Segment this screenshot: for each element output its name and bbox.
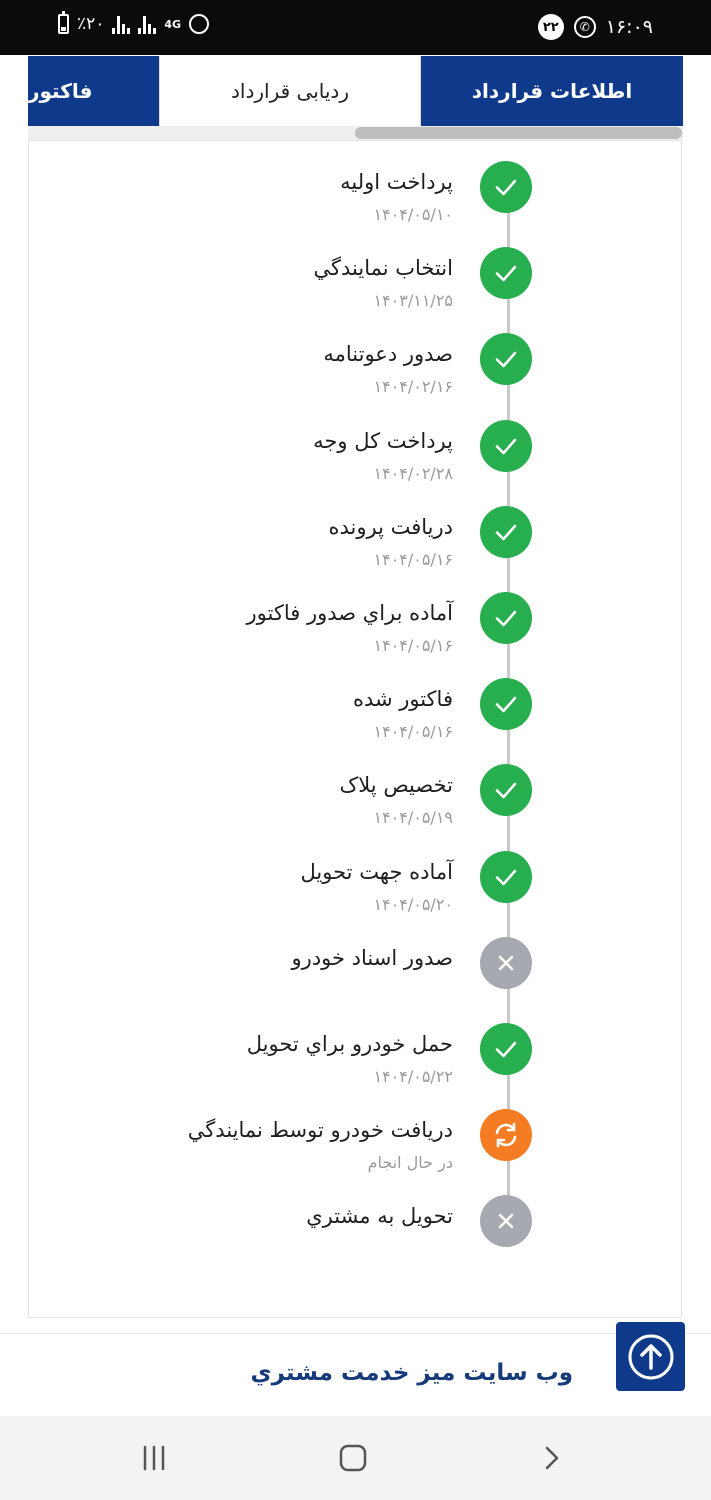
step-title: انتخاب نمايندگي (313, 256, 453, 281)
step-title: تحويل به مشتري (306, 1204, 453, 1229)
step-title: پرداخت کل وجه (313, 428, 453, 453)
tab-bar: اطلاعات قرارداد ردیابی قرارداد فاکتور (28, 56, 683, 126)
step-date: ۱۴۰۴/۰۲/۲۸ (373, 463, 453, 483)
home-icon (339, 1444, 367, 1472)
back-button[interactable] (531, 1438, 571, 1478)
tabs-scrollbar-thumb[interactable] (355, 127, 682, 139)
step-date: ۱۴۰۴/۰۲/۱۶ (373, 377, 453, 397)
step-title: دريافت پرونده (328, 514, 453, 539)
status-done-badge (480, 764, 532, 817)
status-left: ٪۲۰ 4G (58, 11, 210, 34)
step-date: ۱۴۰۴/۰۵/۱۶ (373, 722, 453, 742)
timeline-step: پرداخت کل وجه ۱۴۰۴/۰۲/۲۸ (27, 401, 681, 487)
status-done-badge (480, 1023, 532, 1075)
footer-divider (0, 1333, 711, 1334)
close-icon (498, 1214, 514, 1229)
status-done-badge (480, 419, 532, 472)
check-icon (495, 524, 517, 541)
chevron-right-icon (545, 1446, 559, 1470)
check-icon (495, 265, 517, 282)
recent-apps-button[interactable] (134, 1438, 174, 1478)
whatsapp-icon: ✆ (573, 16, 596, 38)
step-date: ۱۴۰۴/۰۵/۲۲ (373, 1067, 453, 1086)
status-done-badge (480, 247, 532, 300)
arrow-up-circle-icon (628, 1334, 673, 1379)
step-date: ۱۴۰۴/۰۵/۲۰ (373, 894, 453, 914)
check-icon (495, 610, 517, 627)
timeline-step: حمل خودرو براي تحويل ۱۴۰۴/۰۵/۲۲ (27, 1004, 681, 1090)
check-icon (495, 352, 517, 368)
step-title: صدور اسناد خودرو (291, 945, 453, 970)
step-date: ۱۴۰۴/۰۵/۱۹ (373, 808, 453, 828)
check-icon (495, 869, 517, 885)
status-cancel-badge (480, 1195, 532, 1248)
timeline-step: تخصيص پلاک ۱۴۰۴/۰۵/۱۹ (27, 745, 681, 831)
step-title: دريافت خودرو توسط نمايندگي (187, 1118, 453, 1143)
step-title: حمل خودرو براي تحويل (246, 1032, 453, 1056)
check-icon (495, 179, 517, 196)
battery-icon (58, 11, 69, 34)
check-icon (495, 438, 517, 454)
timeline-step: فاکتور شده ۱۴۰۴/۰۵/۱۶ (27, 659, 681, 745)
step-date: در حال انجام (367, 1153, 453, 1173)
recent-apps-icon (143, 1445, 165, 1471)
timeline-step: انتخاب نمايندگي ۱۴۰۳/۱۱/۲۵ (27, 228, 681, 314)
status-cancel-badge (480, 936, 532, 989)
status-done-badge (480, 678, 532, 731)
step-title: پرداخت اوليه (340, 170, 453, 194)
customer-service-link[interactable]: وب سايت ميز خدمت مشتري (251, 1360, 573, 1386)
step-title: آماده جهت تحويل (300, 859, 453, 884)
tab-contract-info[interactable]: اطلاعات قرارداد (421, 56, 683, 126)
status-done-badge (480, 333, 532, 386)
step-date: ۱۴۰۴/۰۵/۱۰ (373, 205, 453, 224)
clock: ۱۶:۰۹ (605, 16, 653, 38)
status-progress-badge (480, 1109, 532, 1162)
status-done-badge (480, 505, 532, 558)
tab-invoice[interactable]: فاکتور (28, 56, 159, 126)
step-title: تخصيص پلاک (339, 773, 453, 798)
step-date: ۱۴۰۴/۰۵/۱۶ (373, 636, 453, 655)
timeline-step: آماده براي صدور فاکتور ۱۴۰۴/۰۵/۱۶ (27, 573, 681, 659)
timeline-step: صدور دعوتنامه ۱۴۰۴/۰۲/۱۶ (27, 314, 681, 400)
tab-contract-tracking[interactable]: ردیابی قرارداد (159, 56, 421, 126)
signal-icon-2 (138, 14, 157, 34)
step-date: ۱۴۰۴/۰۵/۱۶ (373, 549, 453, 569)
scroll-to-top-button[interactable] (616, 1322, 685, 1391)
network-type: 4G (164, 17, 182, 31)
alarm-icon (189, 14, 210, 34)
step-title: صدور دعوتنامه (323, 342, 453, 367)
status-done-badge (480, 161, 532, 213)
timeline-step: پرداخت اوليه ۱۴۰۴/۰۵/۱۰ (27, 142, 681, 228)
notification-badge: ۲۲ (537, 14, 564, 40)
timeline-step: آماده جهت تحويل ۱۴۰۴/۰۵/۲۰ (27, 832, 681, 918)
tracking-card: پرداخت اوليه ۱۴۰۴/۰۵/۱۰ انتخاب نمايندگي ۱۴۰… (28, 140, 682, 1318)
status-bar: ٪۲۰ 4G ۲۲ ✆ ۱۶:۰۹ (0, 0, 711, 55)
system-nav-bar (0, 1416, 711, 1500)
status-done-badge (480, 850, 532, 903)
step-title: فاکتور شده (352, 687, 453, 712)
timeline-step: دريافت پرونده ۱۴۰۴/۰۵/۱۶ (27, 487, 681, 573)
status-done-badge (480, 592, 532, 644)
check-icon (495, 696, 517, 713)
check-icon (495, 783, 517, 799)
step-title: آماده براي صدور فاکتور (246, 601, 453, 625)
step-date: ۱۴۰۳/۱۱/۲۵ (373, 291, 453, 311)
check-icon (495, 1041, 517, 1058)
sync-icon (495, 1122, 517, 1148)
close-icon (498, 955, 514, 970)
timeline-step: تحويل به مشتري (27, 1176, 681, 1262)
timeline-step: دريافت خودرو توسط نمايندگي در حال انجام (27, 1090, 681, 1176)
signal-icon (112, 14, 131, 34)
status-right: ۲۲ ✆ ۱۶:۰۹ (537, 14, 653, 40)
timeline-step: صدور اسناد خودرو (27, 918, 681, 1004)
home-button[interactable] (333, 1438, 373, 1478)
battery-level: ٪۲۰ (77, 14, 105, 34)
